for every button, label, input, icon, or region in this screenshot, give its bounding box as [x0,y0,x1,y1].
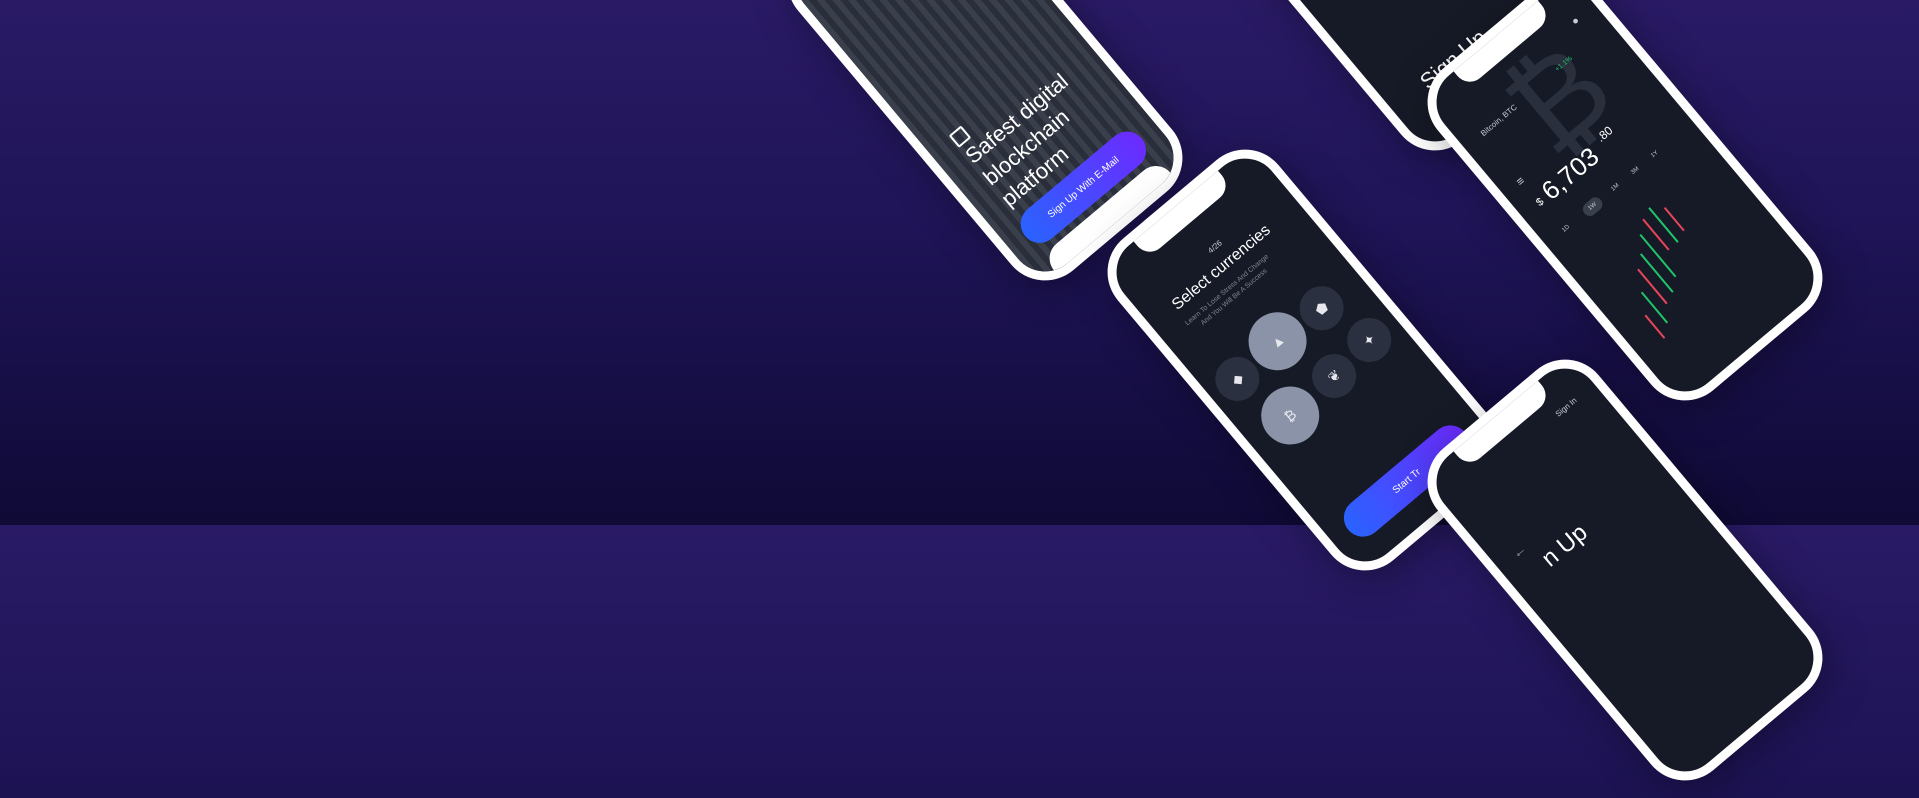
candle [1639,253,1674,293]
page-background: { "colors":{"background_top":"#2a1a66","… [0,0,1919,798]
timeframe-3m[interactable]: 3M [1630,166,1640,176]
candle [1648,207,1679,243]
candle [1642,218,1670,251]
timeframe-1d[interactable]: 1D [1561,224,1571,234]
currency-symbol: $ [1533,195,1547,209]
phone-price-chart: ₿ ● Bitcoin, BTC +1.1% ≡ $ 6,703 .80 1D … [1409,0,1841,419]
timeframe-1y[interactable]: 1Y [1650,150,1659,159]
timeframe-1w[interactable]: 1W [1580,194,1606,219]
signin-bottom-screen: Sign In ← n Up [1422,354,1827,785]
step-indicator: 4/26 [1206,238,1224,256]
timeframe-1m[interactable]: 1M [1610,183,1620,193]
signin-title: n Up [1536,519,1593,573]
coin-name: Bitcoin, BTC [1478,102,1519,138]
bell-icon[interactable]: ● [1569,15,1582,28]
menu-icon[interactable]: ≡ [1513,174,1527,189]
candle [1639,233,1677,278]
candle [1637,268,1668,305]
candle [1640,291,1669,324]
back-arrow-icon[interactable]: ← [1508,540,1529,561]
signin-link[interactable]: Sign In [1554,396,1579,419]
